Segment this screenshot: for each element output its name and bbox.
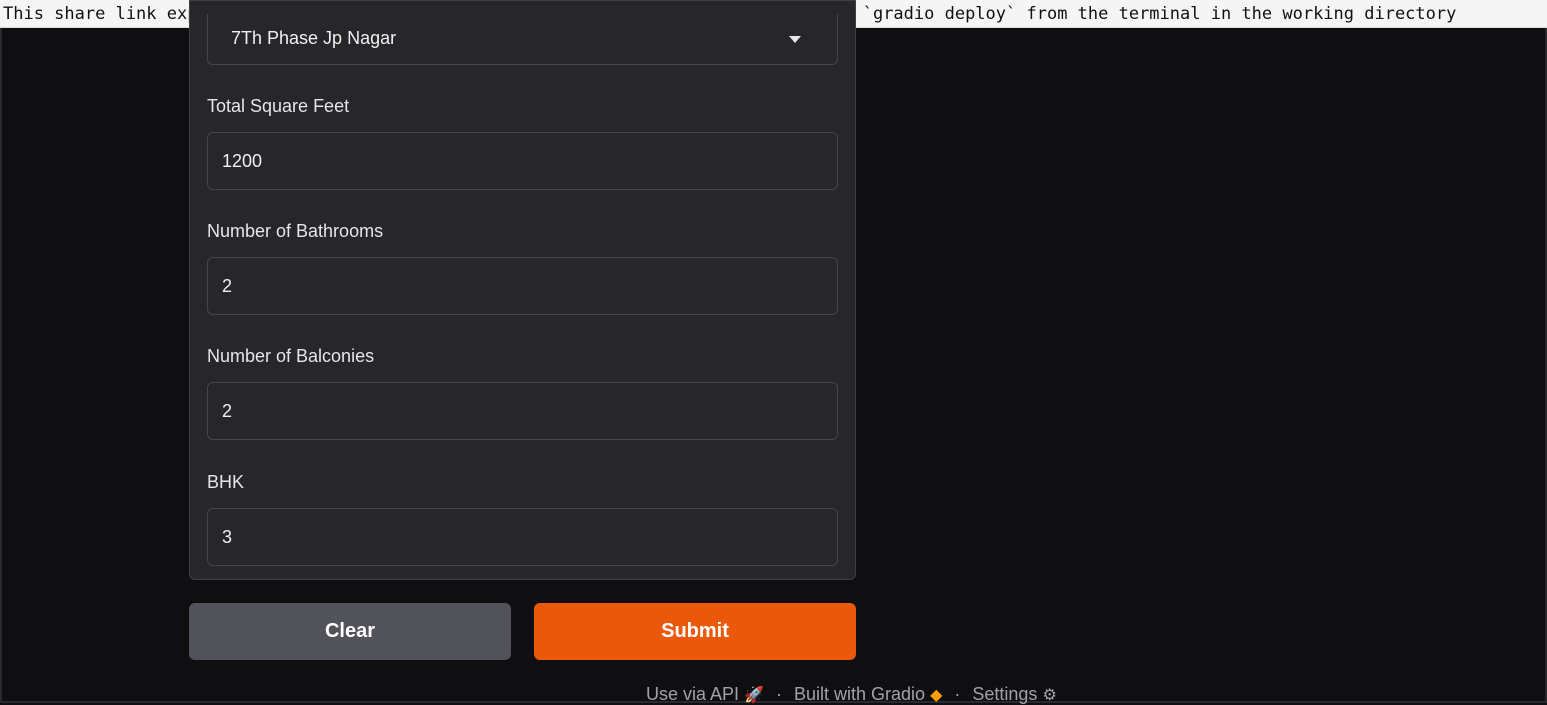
footer-separator: · [775,684,782,704]
submit-button[interactable]: Submit [534,603,856,660]
window-left-border [0,28,2,703]
use-via-api-label: Use via API [646,684,740,704]
bhk-value: 3 [222,526,233,547]
bathrooms-value: 2 [222,275,233,296]
bathrooms-input[interactable]: 2 [207,257,838,315]
settings-label: Settings [972,684,1038,704]
gradio-logo-icon: ◆ [930,687,943,704]
built-with-gradio-label: Built with Gradio [793,684,926,704]
balconies-label: Number of Balconies [207,346,375,366]
location-dropdown[interactable]: 7Th Phase Jp Nagar [207,14,838,65]
footer-separator: · [954,684,961,704]
sqft-label: Total Square Feet [207,96,350,116]
sqft-input[interactable]: 1200 [207,132,838,190]
balconies-input[interactable]: 2 [207,382,838,440]
use-via-api-link[interactable]: Use via API 🚀 [646,684,764,705]
footer: Use via API 🚀 · Built with Gradio ◆ · Se… [646,684,1057,705]
location-dropdown-value: 7Th Phase Jp Nagar [231,28,397,48]
submit-button-label: Submit [661,620,729,642]
bhk-label: BHK [207,472,245,492]
built-with-gradio-link[interactable]: Built with Gradio ◆ [794,684,942,705]
clear-button[interactable]: Clear [189,603,511,660]
clear-button-label: Clear [324,620,376,642]
gear-icon: ⚙ [1042,687,1057,704]
settings-link[interactable]: Settings ⚙ [972,684,1056,705]
sqft-value: 1200 [222,150,263,171]
chevron-down-icon [789,36,801,43]
balconies-value: 2 [222,400,233,421]
bathrooms-label: Number of Bathrooms [207,221,384,241]
rocket-icon: 🚀 [744,687,764,704]
bhk-input[interactable]: 3 [207,508,838,566]
